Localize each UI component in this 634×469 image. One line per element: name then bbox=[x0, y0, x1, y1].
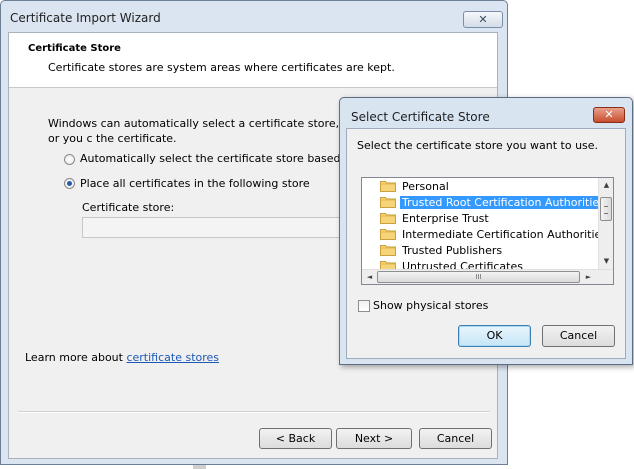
certificate-stores-link[interactable]: certificate stores bbox=[126, 351, 219, 364]
tree-vertical-scrollbar[interactable]: ▲ ▼ bbox=[598, 178, 613, 269]
folder-icon bbox=[380, 196, 396, 208]
close-icon: ✕ bbox=[604, 108, 614, 121]
store-item[interactable]: Trusted Root Certification Authorities bbox=[380, 195, 607, 211]
wizard-title: Certificate Import Wizard bbox=[10, 11, 161, 25]
store-item-label: Trusted Publishers bbox=[402, 244, 503, 257]
next-button[interactable]: Next > bbox=[336, 428, 412, 449]
store-item[interactable]: Trusted Publishers bbox=[380, 243, 504, 259]
close-icon: ✕ bbox=[478, 13, 488, 26]
place-in-store-label[interactable]: Place all certificates in the following … bbox=[80, 177, 310, 190]
show-physical-stores-label[interactable]: Show physical stores bbox=[373, 299, 488, 312]
wizard-cancel-button[interactable]: Cancel bbox=[419, 428, 492, 449]
store-item[interactable]: Intermediate Certification Authorities bbox=[380, 227, 609, 243]
learn-more-text: Learn more about certificate stores bbox=[25, 351, 219, 364]
background-edge bbox=[193, 465, 206, 469]
folder-icon bbox=[380, 180, 396, 192]
certificate-store-label: Certificate store: bbox=[82, 201, 175, 214]
scroll-up-icon[interactable]: ▲ bbox=[599, 178, 613, 193]
certificate-store-tree[interactable]: Personal Trusted Root Certification Autho… bbox=[361, 177, 614, 285]
store-item[interactable]: Enterprise Trust bbox=[380, 211, 491, 227]
wizard-body-text: Windows can automatically select a certi… bbox=[48, 117, 340, 145]
folder-icon bbox=[380, 228, 396, 240]
wizard-page-description: Certificate stores are system areas wher… bbox=[48, 61, 395, 74]
wizard-page-title: Certificate Store bbox=[28, 43, 121, 54]
store-item-label: Personal bbox=[402, 180, 449, 193]
folder-icon bbox=[380, 212, 396, 224]
scroll-right-icon[interactable]: ► bbox=[581, 270, 596, 284]
dialog-cancel-button[interactable]: Cancel bbox=[542, 325, 615, 347]
folder-icon bbox=[380, 244, 396, 256]
tree-horizontal-scrollbar[interactable]: ◄ III ► bbox=[362, 269, 613, 284]
show-physical-stores-checkbox[interactable] bbox=[358, 300, 370, 312]
wizard-button-separator bbox=[18, 411, 490, 413]
wizard-close-button[interactable]: ✕ bbox=[463, 11, 503, 28]
dialog-close-button[interactable]: ✕ bbox=[593, 107, 625, 123]
store-item-label: Enterprise Trust bbox=[402, 212, 489, 225]
dialog-title: Select Certificate Store bbox=[351, 110, 490, 124]
store-item-label: Trusted Root Certification Authorities bbox=[400, 196, 607, 209]
auto-select-store-label[interactable]: Automatically select the certificate sto… bbox=[80, 152, 379, 165]
back-button[interactable]: < Back bbox=[259, 428, 332, 449]
place-in-store-radio[interactable] bbox=[64, 178, 75, 189]
horizontal-scroll-thumb[interactable]: III bbox=[377, 271, 580, 283]
store-item-label: Intermediate Certification Authorities bbox=[402, 228, 608, 241]
store-item[interactable]: Personal bbox=[380, 179, 451, 195]
vertical-scroll-thumb[interactable] bbox=[600, 197, 612, 221]
auto-select-store-radio[interactable] bbox=[64, 154, 75, 165]
certificate-store-field[interactable] bbox=[82, 217, 340, 238]
scroll-left-icon[interactable]: ◄ bbox=[362, 270, 377, 284]
dialog-description: Select the certificate store you want to… bbox=[357, 139, 599, 152]
ok-button[interactable]: OK bbox=[458, 325, 531, 347]
scroll-down-icon[interactable]: ▼ bbox=[599, 254, 613, 269]
learn-more-prefix: Learn more about bbox=[25, 351, 127, 364]
